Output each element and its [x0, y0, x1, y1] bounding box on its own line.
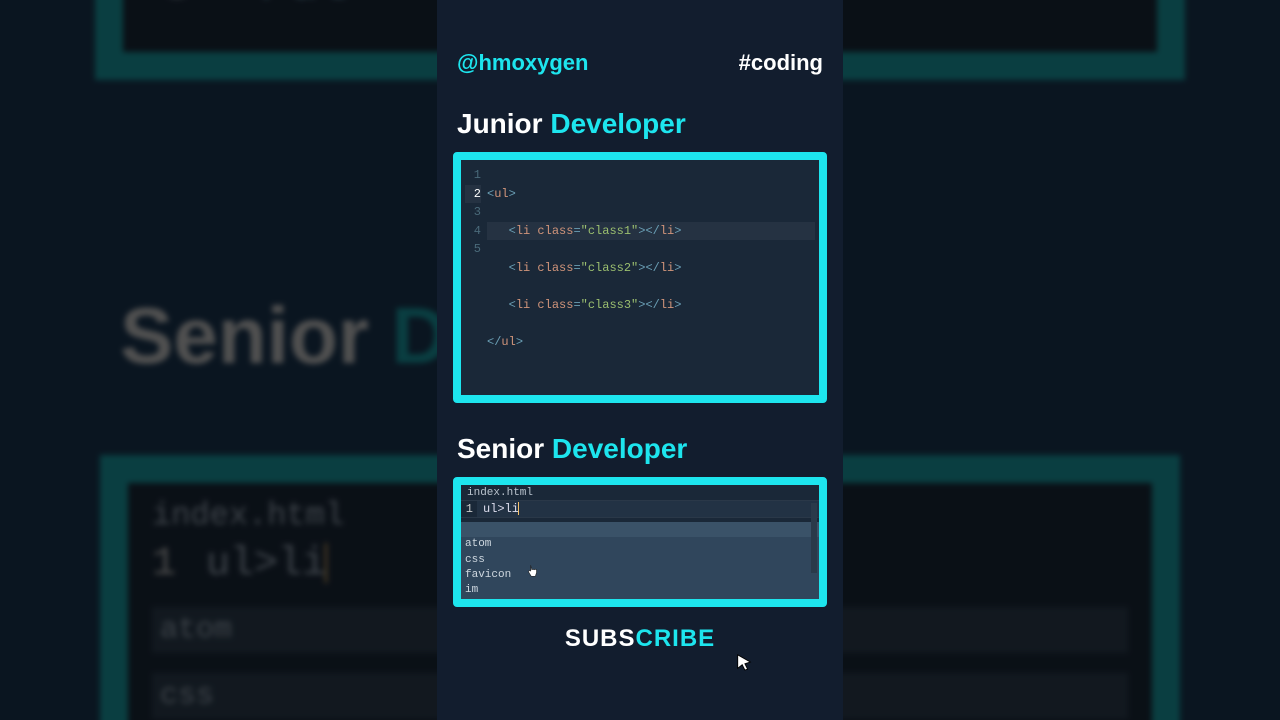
file-tab[interactable]: index.html: [461, 485, 819, 500]
bg-code-snippet: </ul>: [232, 0, 376, 13]
autocomplete-item[interactable]: css: [461, 553, 819, 568]
hashtag-link[interactable]: #coding: [739, 50, 823, 76]
bg-code: ul>li: [206, 542, 326, 587]
autocomplete-item[interactable]: im: [461, 583, 819, 598]
handle-link[interactable]: @hmoxygen: [457, 50, 588, 76]
bg-heading: Senior D: [120, 290, 449, 382]
senior-heading: Senior Developer: [457, 433, 827, 465]
line-number: 1: [461, 501, 477, 517]
bg-line-number: 1: [152, 542, 176, 587]
content-column: @hmoxygen #coding Junior Developer 1 2 3…: [437, 0, 843, 720]
emmet-text: ul>li: [483, 502, 519, 516]
text-caret: [518, 502, 519, 515]
code-lines: <ul> <li class="class1"></li> <li class=…: [487, 166, 815, 389]
autocomplete-item[interactable]: [461, 522, 819, 537]
scrollbar[interactable]: [811, 503, 817, 573]
senior-code-panel: index.html 1 ul>li atom css favicon im: [453, 477, 827, 607]
bg-line-number: 5: [163, 0, 192, 13]
subscribe-cta[interactable]: SUBSCRIBE: [453, 625, 827, 653]
gutter: 1 2 3 4 5: [465, 166, 487, 389]
junior-heading: Junior Developer: [457, 108, 827, 140]
code-line[interactable]: 1 ul>li: [461, 500, 819, 518]
autocomplete-item[interactable]: favicon: [461, 568, 819, 583]
junior-code-panel: 1 2 3 4 5 <ul> <li class="class1"></li> …: [453, 152, 827, 403]
top-tags: @hmoxygen #coding: [453, 50, 827, 104]
autocomplete-item[interactable]: atom: [461, 537, 819, 552]
autocomplete-popup[interactable]: atom css favicon im: [461, 522, 819, 599]
arrow-cursor-icon: [735, 653, 753, 671]
